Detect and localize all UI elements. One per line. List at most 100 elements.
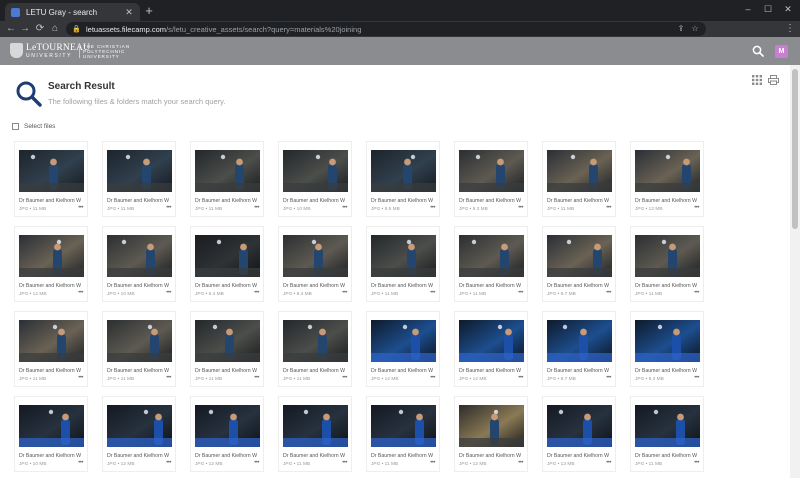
file-caption[interactable]: Dr Baumer and Kielhorn Weld... [459,198,521,204]
file-card[interactable]: Dr Baumer and Kielhorn Weld... JPG • 12 M… [454,396,528,472]
file-card[interactable]: Dr Baumer and Kielhorn Weld... JPG • 11 M… [14,141,88,217]
file-options-icon[interactable]: ••• [166,290,171,296]
file-thumbnail[interactable] [19,235,84,277]
file-card[interactable]: Dr Baumer and Kielhorn Weld... JPG • 9.4 … [278,226,352,302]
file-thumbnail[interactable] [547,235,612,277]
file-card[interactable]: Dr Baumer and Kielhorn Weld... JPG • 11 M… [190,141,264,217]
file-options-icon[interactable]: ••• [342,375,347,381]
file-caption[interactable]: Dr Baumer and Kielhorn Weld... [107,368,169,374]
grid-view-icon[interactable] [752,75,762,85]
file-thumbnail[interactable] [547,320,612,362]
file-caption[interactable]: Dr Baumer and Kielhorn Weld... [283,283,345,289]
file-thumbnail[interactable] [283,235,348,277]
file-thumbnail[interactable] [459,235,524,277]
new-tab-button[interactable]: + [142,3,156,19]
file-options-icon[interactable]: ••• [606,205,611,211]
file-caption[interactable]: Dr Baumer and Kielhorn Weld... [635,453,697,459]
lock-icon[interactable]: 🔒 [72,25,81,34]
home-button[interactable]: ⌂ [48,22,62,36]
file-options-icon[interactable]: ••• [430,460,435,466]
file-caption[interactable]: Dr Baumer and Kielhorn Weld... [635,198,697,204]
file-thumbnail[interactable] [371,405,436,447]
file-caption[interactable]: Dr Baumer and Kielhorn Weld... [371,368,433,374]
file-card[interactable]: Dr Baumer and Kielhorn Weld... JPG • 13 M… [542,396,616,472]
file-card[interactable]: Dr Baumer and Kielhorn Weld... JPG • 11 M… [630,396,704,472]
file-caption[interactable]: Dr Baumer and Kielhorn Weld... [195,283,257,289]
file-options-icon[interactable]: ••• [606,460,611,466]
file-options-icon[interactable]: ••• [430,205,435,211]
file-card[interactable]: Dr Baumer and Kielhorn Weld... JPG • 12 M… [14,226,88,302]
forward-button[interactable]: → [18,22,32,36]
file-thumbnail[interactable] [635,405,700,447]
file-thumbnail[interactable] [19,320,84,362]
file-card[interactable]: Dr Baumer and Kielhorn Weld... JPG • 12 M… [630,141,704,217]
file-thumbnail[interactable] [19,150,84,192]
file-thumbnail[interactable] [635,235,700,277]
file-card[interactable]: Dr Baumer and Kielhorn Weld... JPG • 12 M… [366,311,440,387]
file-options-icon[interactable]: ••• [78,375,83,381]
file-options-icon[interactable]: ••• [606,290,611,296]
file-caption[interactable]: Dr Baumer and Kielhorn Weld... [195,368,257,374]
file-caption[interactable]: Dr Baumer and Kielhorn Weld... [19,453,81,459]
logo-name[interactable]: LeTOURNEAU [26,43,90,53]
file-caption[interactable]: Dr Baumer and Kielhorn Weld... [283,453,345,459]
file-caption[interactable]: Dr Baumer and Kielhorn Weld... [283,198,345,204]
file-card[interactable]: Dr Baumer and Kielhorn Weld... JPG • 9.5 … [366,141,440,217]
file-card[interactable]: Dr Baumer and Kielhorn Weld... JPG • 11 M… [278,396,352,472]
user-avatar[interactable]: M [775,45,788,58]
page-scrollbar[interactable] [790,65,800,478]
file-options-icon[interactable]: ••• [694,290,699,296]
file-thumbnail[interactable] [107,235,172,277]
file-card[interactable]: Dr Baumer and Kielhorn Weld... JPG • 10 M… [102,226,176,302]
file-caption[interactable]: Dr Baumer and Kielhorn Weld... [371,283,433,289]
file-thumbnail[interactable] [283,150,348,192]
file-caption[interactable]: Dr Baumer and Kielhorn Weld... [19,368,81,374]
tab-close-icon[interactable]: ✕ [124,7,134,18]
file-caption[interactable]: Dr Baumer and Kielhorn Weld... [635,283,697,289]
file-options-icon[interactable]: ••• [166,205,171,211]
file-caption[interactable]: Dr Baumer and Kielhorn Weld... [107,453,169,459]
file-thumbnail[interactable] [283,320,348,362]
file-options-icon[interactable]: ••• [342,460,347,466]
file-options-icon[interactable]: ••• [78,290,83,296]
file-caption[interactable]: Dr Baumer and Kielhorn Weld... [195,198,257,204]
file-caption[interactable]: Dr Baumer and Kielhorn Weld... [107,198,169,204]
header-search-icon[interactable] [752,45,764,57]
file-card[interactable]: Dr Baumer and Kielhorn Weld... JPG • 11 M… [102,311,176,387]
file-card[interactable]: Dr Baumer and Kielhorn Weld... JPG • 11 M… [190,311,264,387]
file-card[interactable]: Dr Baumer and Kielhorn Weld... JPG • 11 M… [102,141,176,217]
file-caption[interactable]: Dr Baumer and Kielhorn Weld... [371,198,433,204]
file-thumbnail[interactable] [459,320,524,362]
file-caption[interactable]: Dr Baumer and Kielhorn Weld... [459,283,521,289]
file-thumbnail[interactable] [371,150,436,192]
file-options-icon[interactable]: ••• [166,375,171,381]
file-options-icon[interactable]: ••• [694,460,699,466]
minimize-window-button[interactable]: – [740,2,756,16]
file-thumbnail[interactable] [547,405,612,447]
file-card[interactable]: Dr Baumer and Kielhorn Weld... JPG • 9.7 … [542,226,616,302]
file-thumbnail[interactable] [107,150,172,192]
file-card[interactable]: Dr Baumer and Kielhorn Weld... JPG • 12 M… [454,311,528,387]
file-card[interactable]: Dr Baumer and Kielhorn Weld... JPG • 9.7 … [542,311,616,387]
file-thumbnail[interactable] [371,235,436,277]
file-caption[interactable]: Dr Baumer and Kielhorn Weld... [19,283,81,289]
file-thumbnail[interactable] [107,405,172,447]
file-options-icon[interactable]: ••• [430,375,435,381]
file-options-icon[interactable]: ••• [78,460,83,466]
file-card[interactable]: Dr Baumer and Kielhorn Weld... JPG • 11 M… [14,311,88,387]
file-thumbnail[interactable] [195,235,260,277]
file-card[interactable]: Dr Baumer and Kielhorn Weld... JPG • 11 M… [278,311,352,387]
file-caption[interactable]: Dr Baumer and Kielhorn Weld... [547,198,609,204]
file-caption[interactable]: Dr Baumer and Kielhorn Weld... [547,283,609,289]
file-card[interactable]: Dr Baumer and Kielhorn Weld... JPG • 11 M… [454,226,528,302]
select-files-label[interactable]: Select files [24,123,55,130]
file-thumbnail[interactable] [459,150,524,192]
file-options-icon[interactable]: ••• [254,290,259,296]
browser-menu-icon[interactable]: ⋮ [783,22,797,36]
share-icon[interactable]: ⇪ [676,24,686,34]
file-card[interactable]: Dr Baumer and Kielhorn Weld... JPG • 11 M… [366,226,440,302]
file-options-icon[interactable]: ••• [694,205,699,211]
file-thumbnail[interactable] [371,320,436,362]
file-thumbnail[interactable] [19,405,84,447]
file-card[interactable]: Dr Baumer and Kielhorn Weld... JPG • 12 M… [102,396,176,472]
